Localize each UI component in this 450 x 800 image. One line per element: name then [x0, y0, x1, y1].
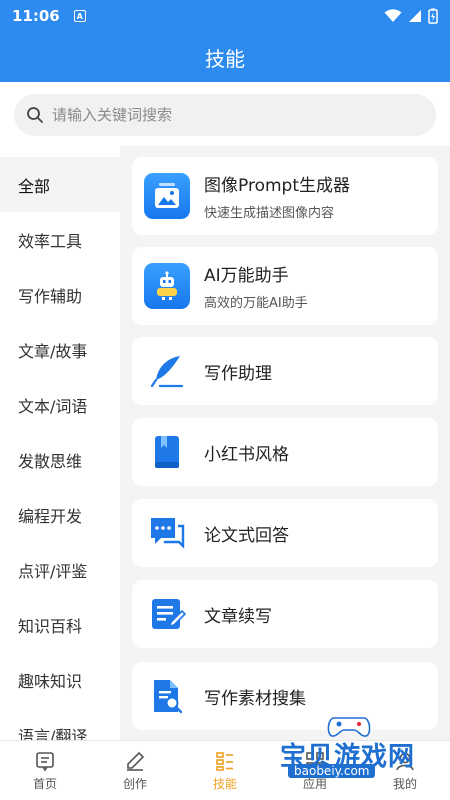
skill-subtitle: 高效的万能AI助手 [204, 296, 308, 311]
notification-a-icon: A [73, 10, 86, 22]
skill-card-essay-answer[interactable]: 论文式回答 [132, 499, 438, 567]
page-title-bar: 技能 [0, 32, 450, 82]
wifi-icon [384, 9, 402, 22]
sidebar-item-review[interactable]: 点评/评鉴 [0, 542, 120, 597]
sidebar-item-articles[interactable]: 文章/故事 [0, 322, 120, 377]
status-bar: 11:06 A [0, 0, 450, 32]
search-area [0, 82, 450, 146]
skill-title: 论文式回答 [204, 525, 289, 546]
list-icon [216, 751, 233, 771]
gamepad-icon [327, 717, 371, 737]
robot-icon [144, 263, 190, 309]
sidebar-item-text-words[interactable]: 文本/词语 [0, 377, 120, 432]
tab-create[interactable]: 创作 [90, 741, 180, 800]
skill-title: 图像Prompt生成器 [204, 176, 350, 196]
sidebar-item-label: 趣味知识 [18, 671, 83, 691]
signal-icon [409, 10, 421, 22]
sidebar-item-label: 编程开发 [18, 506, 83, 526]
skill-card-writing-assistant[interactable]: 写作助理 [132, 337, 438, 405]
chat-icon [144, 510, 190, 556]
sidebar-item-fun-facts[interactable]: 趣味知识 [0, 652, 120, 707]
skill-subtitle: 快速生成描述图像内容 [204, 206, 335, 221]
category-sidebar: 全部 效率工具 写作辅助 文章/故事 文本/词语 发散思维 编程开发 点评/评鉴… [0, 157, 120, 740]
skill-card-article-continue[interactable]: 文章续写 [132, 580, 438, 648]
sidebar-item-label: 发散思维 [18, 451, 83, 471]
book-icon [144, 429, 190, 475]
document-search-icon [144, 673, 190, 719]
battery-icon [428, 8, 438, 24]
watermark-logo: 宝贝游戏网 baobeiy.com [278, 712, 438, 782]
tab-home[interactable]: 首页 [0, 741, 90, 800]
skill-title: 文章续写 [204, 606, 272, 627]
sidebar-item-label: 文本/词语 [18, 396, 88, 416]
tab-label: 创作 [122, 776, 147, 791]
search-icon [27, 107, 43, 123]
page-title: 技能 [205, 46, 245, 71]
skill-card-ai-assistant[interactable]: AI万能助手 高效的万能AI助手 [132, 247, 438, 325]
image-icon [144, 173, 190, 219]
sidebar-item-label: 点评/评鉴 [18, 561, 88, 581]
sidebar-item-label: 全部 [18, 176, 51, 196]
sidebar-item-label: 知识百科 [18, 616, 83, 636]
sidebar-item-label: 语言/翻译 [18, 726, 88, 741]
status-icons [384, 8, 438, 24]
sidebar-item-label: 写作辅助 [18, 286, 83, 306]
tab-skills[interactable]: 技能 [180, 741, 270, 800]
status-time: 11:06 [12, 7, 60, 25]
sidebar-item-divergent[interactable]: 发散思维 [0, 432, 120, 487]
sidebar-item-label: 效率工具 [18, 231, 83, 251]
tab-label: 技能 [212, 776, 237, 791]
search-input[interactable] [52, 106, 412, 124]
pen-icon [127, 751, 145, 771]
skill-title: 写作素材搜集 [204, 688, 306, 709]
skills-list: 图像Prompt生成器 快速生成描述图像内容 AI万能助手 高效的万能AI助手 … [120, 146, 450, 740]
home-icon [36, 751, 54, 771]
feather-icon [144, 348, 190, 394]
search-box[interactable] [14, 94, 436, 136]
skill-title: 写作助理 [204, 363, 272, 384]
sidebar-item-label: 文章/故事 [18, 341, 88, 361]
tab-label: 首页 [32, 776, 57, 791]
skill-card-xiaohongshu[interactable]: 小红书风格 [132, 418, 438, 486]
sidebar-item-writing-aid[interactable]: 写作辅助 [0, 267, 120, 322]
sidebar-item-translation[interactable]: 语言/翻译 [0, 707, 120, 741]
skill-card-image-prompt[interactable]: 图像Prompt生成器 快速生成描述图像内容 [132, 157, 438, 235]
sidebar-item-all[interactable]: 全部 [0, 157, 120, 212]
skill-title: 小红书风格 [204, 444, 289, 465]
skill-title: AI万能助手 [204, 266, 289, 286]
sidebar-item-programming[interactable]: 编程开发 [0, 487, 120, 542]
edit-document-icon [144, 591, 190, 637]
sidebar-item-encyclopedia[interactable]: 知识百科 [0, 597, 120, 652]
sidebar-item-efficiency[interactable]: 效率工具 [0, 212, 120, 267]
watermark-url: baobeiy.com [288, 764, 376, 778]
